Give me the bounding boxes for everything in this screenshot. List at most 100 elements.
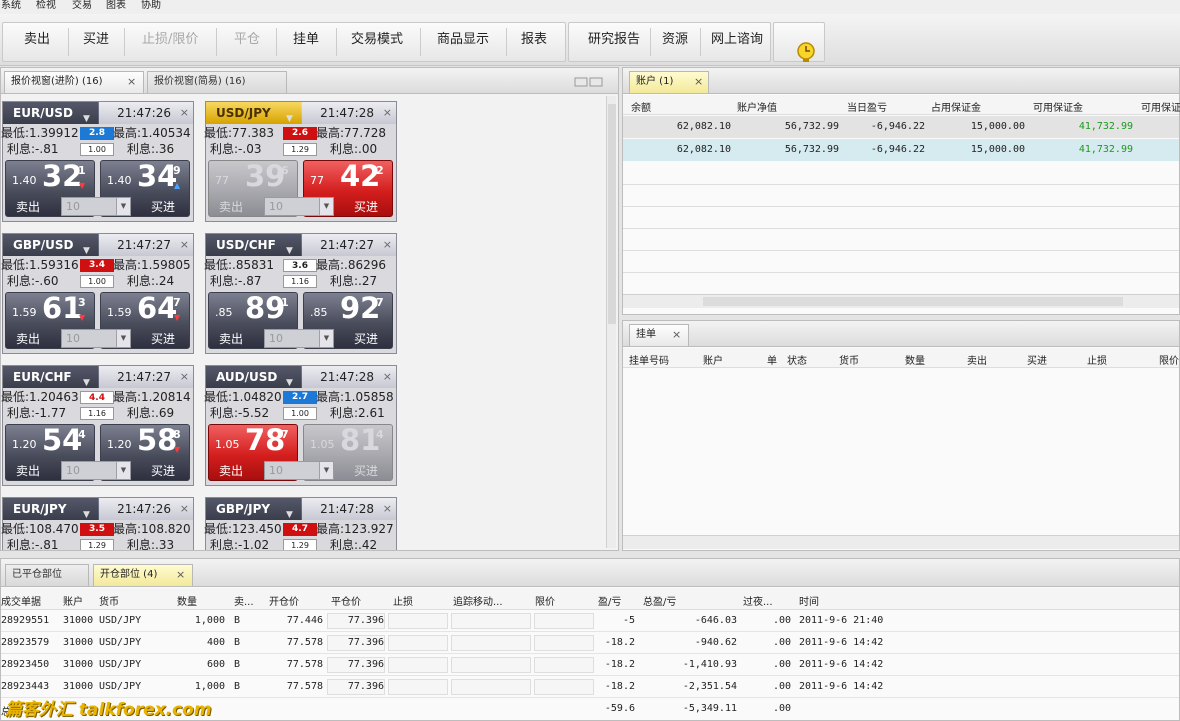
col-equity[interactable]: 账户净值 [737,99,777,114]
chevron-down-icon[interactable]: ▼ [116,330,130,347]
amount-select[interactable]: 10 ▼ [264,197,334,216]
chevron-down-icon[interactable]: ▼ [319,462,333,479]
window-controls-icon[interactable] [574,76,614,88]
col-side[interactable]: 单 [767,352,777,367]
stop-cell[interactable] [388,635,448,651]
toolbar-stop-limit-button[interactable]: 止损/限价 [142,22,198,62]
amount-select[interactable]: 10 ▼ [264,461,334,480]
col-rollover[interactable]: 过夜... [743,593,773,608]
close-icon[interactable]: × [180,238,189,251]
close-icon[interactable]: × [672,325,681,345]
toolbar-close-position-button[interactable]: 平仓 [234,22,260,62]
close-icon[interactable]: × [176,565,185,585]
account-row[interactable]: 62,082.10 56,732.99 -6,946.22 15,000.00 … [623,116,1179,138]
tab-entry-orders[interactable]: 挂单 × [629,324,689,346]
menu-charts[interactable]: 图表 [106,0,126,12]
table-row[interactable]: 28923450 31000 USD/JPY 600 B 77.578 77.396 -18.… [1,654,1179,676]
col-account[interactable]: 账户 [703,352,723,367]
col-ticket[interactable]: 成交单据 [1,593,41,608]
tab-quotes-advanced[interactable]: 报价视窗(进阶) (16) × [4,71,144,93]
col-stop[interactable]: 止损 [393,593,413,608]
close-icon[interactable]: × [383,502,392,515]
close-icon[interactable]: × [383,238,392,251]
toolbar-entry-order-button[interactable]: 挂单 [293,22,319,62]
col-account[interactable]: 账户 [63,593,83,608]
col-currency[interactable]: 货币 [99,593,119,608]
menu-system[interactable]: 系统 [1,0,21,12]
close-icon[interactable]: × [180,106,189,119]
toolbar-product-display-button[interactable]: 商品显示 [437,22,489,62]
col-pl[interactable]: 盈/亏 [598,593,621,608]
toolbar-resources-button[interactable]: 资源 [662,22,688,62]
col-sell[interactable]: 卖出 [967,352,987,367]
chevron-down-icon[interactable]: ▼ [116,198,130,215]
stop-cell[interactable] [388,613,448,629]
col-limit[interactable]: 限价 [1159,352,1179,367]
table-row[interactable]: 28929551 31000 USD/JPY 1,000 B 77.446 77.396 -5… [1,610,1179,632]
account-row[interactable]: 62,082.10 56,732.99 -6,946.22 15,000.00 … [623,139,1179,161]
toolbar-trading-mode-button[interactable]: 交易模式 [351,22,403,62]
menu-help[interactable]: 协助 [141,0,161,12]
symbol-selector[interactable]: AUD/USD ▼ [206,366,301,388]
account-hscrollbar[interactable] [623,294,1179,308]
chevron-down-icon[interactable]: ▼ [116,462,130,479]
col-status[interactable]: 状态 [787,352,807,367]
col-used-margin[interactable]: 占用保证金 [931,99,981,114]
trailing-cell[interactable] [451,657,531,673]
col-currency[interactable]: 货币 [839,352,859,367]
amount-select[interactable]: 10 ▼ [61,197,131,216]
col-close-price[interactable]: 平仓价 [331,593,361,608]
col-stop[interactable]: 止损 [1087,352,1107,367]
tab-open-positions[interactable]: 开仓部位 (4) × [93,564,193,586]
symbol-selector[interactable]: EUR/JPY ▼ [3,498,98,520]
col-time[interactable]: 时间 [799,593,819,608]
amount-select[interactable]: 10 ▼ [61,329,131,348]
col-daily-pl[interactable]: 当日盈亏 [847,99,887,114]
toolbar-online-consult-button[interactable]: 网上谘询 [711,22,763,62]
menu-trade[interactable]: 交易 [72,0,92,12]
stop-cell[interactable] [388,657,448,673]
toolbar-sell-button[interactable]: 卖出 [24,22,50,62]
trailing-cell[interactable] [451,679,531,695]
col-usable-margin-2[interactable]: 可用保证 [1141,99,1180,114]
toolbar-research-button[interactable]: 研究报告 [588,22,640,62]
col-open-price[interactable]: 开仓价 [269,593,299,608]
col-amount[interactable]: 数量 [905,352,925,367]
tab-account[interactable]: 账户 (1) × [629,71,709,93]
col-order-id[interactable]: 挂单号码 [629,352,669,367]
chevron-down-icon[interactable]: ▼ [319,330,333,347]
close-icon[interactable]: × [127,72,136,92]
amount-select[interactable]: 10 ▼ [61,461,131,480]
close-icon[interactable]: × [694,72,703,92]
symbol-selector[interactable]: EUR/CHF ▼ [3,366,98,388]
col-amount[interactable]: 数量 [177,593,197,608]
close-icon[interactable]: × [180,502,189,515]
trailing-cell[interactable] [451,635,531,651]
close-icon[interactable]: × [383,370,392,383]
quotes-scrollbar[interactable] [606,96,616,548]
col-buy[interactable]: 买进 [1027,352,1047,367]
symbol-selector[interactable]: USD/CHF ▼ [206,234,301,256]
tab-quotes-simple[interactable]: 报价视窗(简易) (16) [147,71,287,93]
col-trailing[interactable]: 追踪移动... [453,593,503,608]
toolbar-reports-button[interactable]: 报表 [521,22,547,62]
menu-view[interactable]: 检视 [36,0,56,12]
col-total-pl[interactable]: 总盈/亏 [643,593,676,608]
stop-cell[interactable] [388,679,448,695]
col-limit[interactable]: 限价 [535,593,555,608]
col-usable-margin[interactable]: 可用保证金 [1033,99,1083,114]
symbol-selector[interactable]: GBP/JPY ▼ [206,498,301,520]
tab-closed-positions[interactable]: 已平仓部位 [5,564,89,586]
close-icon[interactable]: × [180,370,189,383]
amount-select[interactable]: 10 ▼ [264,329,334,348]
symbol-selector[interactable]: EUR/USD ▼ [3,102,98,124]
orders-hscrollbar[interactable] [623,535,1179,549]
clock-icon[interactable] [795,41,817,63]
chevron-down-icon[interactable]: ▼ [319,198,333,215]
col-balance[interactable]: 余额 [631,99,651,114]
col-side[interactable]: 卖... [234,593,254,608]
symbol-selector[interactable]: USD/JPY ▼ [206,102,301,124]
trailing-cell[interactable] [451,613,531,629]
close-icon[interactable]: × [383,106,392,119]
symbol-selector[interactable]: GBP/USD ▼ [3,234,98,256]
